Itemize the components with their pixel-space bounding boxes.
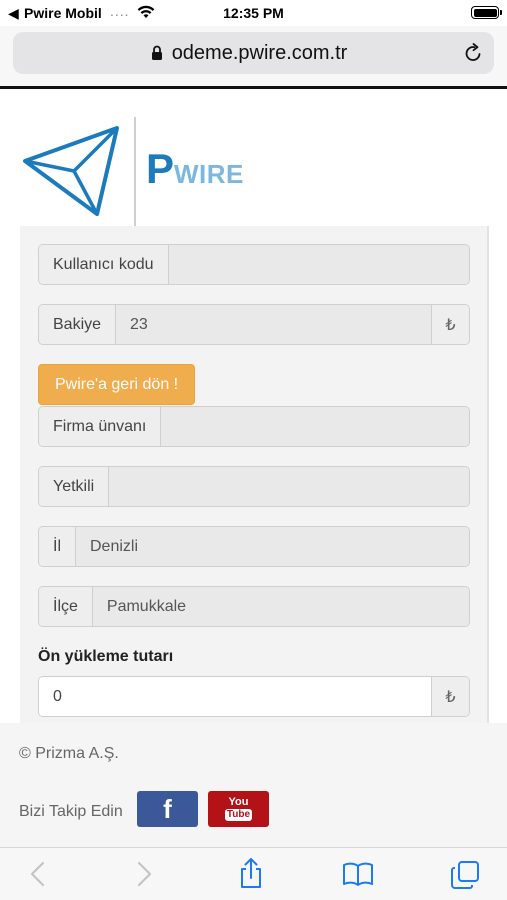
company-label: Firma ünvanı (39, 407, 162, 446)
company-group: Firma ünvanı (38, 406, 470, 447)
amount-input[interactable]: 0 (39, 677, 431, 716)
district-label: İlçe (39, 587, 93, 626)
pwire-logo[interactable]: PWIRE (146, 145, 244, 193)
reload-icon[interactable] (462, 42, 484, 69)
tabs-icon[interactable] (450, 860, 480, 895)
youtube-button[interactable]: You Tube (208, 791, 269, 827)
header-logo-area: PWIRE (0, 89, 507, 227)
clock: 12:35 PM (223, 5, 284, 21)
contact-group: Yetkili (38, 466, 470, 507)
bookmarks-icon[interactable] (342, 860, 374, 893)
back-to-pwire-button[interactable]: Pwire'a geri dön ! (38, 364, 196, 405)
amount-label: Ön yükleme tutarı (38, 648, 174, 665)
facebook-icon: f (163, 793, 172, 824)
district-input[interactable]: Pamukkale (92, 587, 469, 626)
browser-address-area: odeme.pwire.com.tr (0, 26, 507, 86)
balance-label: Bakiye (39, 305, 117, 344)
lira-currency-icon: ₺ (431, 677, 469, 716)
amount-group: 0 ₺ (38, 676, 470, 717)
contact-label: Yetkili (39, 467, 110, 506)
address-bar[interactable]: odeme.pwire.com.tr (13, 32, 494, 74)
city-group: İl Denizli (38, 526, 470, 567)
copyright-text: © Prizma A.Ş. (19, 745, 119, 762)
paper-plane-logo-icon[interactable] (22, 125, 122, 222)
district-group: İlçe Pamukkale (38, 586, 470, 627)
page-footer: © Prizma A.Ş. Bizi Takip Edin f You Tube (0, 723, 507, 847)
status-bar: ◀ Pwire Mobil .... 12:35 PM (0, 0, 507, 26)
company-input[interactable] (161, 407, 469, 446)
user-code-group: Kullanıcı kodu (38, 244, 470, 285)
city-input[interactable]: Denizli (76, 527, 469, 566)
lira-currency-icon: ₺ (431, 305, 469, 344)
back-arrow-icon[interactable] (28, 860, 48, 893)
browser-toolbar (0, 847, 507, 900)
payment-form: Kullanıcı kodu Bakiye 23 ₺ Pwire'a geri … (20, 226, 489, 723)
facebook-button[interactable]: f (137, 791, 198, 827)
balance-input: 23 (116, 305, 431, 344)
balance-group: Bakiye 23 ₺ (38, 304, 470, 345)
user-code-input[interactable] (168, 245, 469, 284)
url-text[interactable]: odeme.pwire.com.tr (13, 42, 494, 65)
battery-icon (471, 6, 502, 19)
city-label: İl (39, 527, 76, 566)
logo-divider (134, 117, 136, 227)
user-code-label: Kullanıcı kodu (39, 245, 169, 284)
forward-arrow-icon[interactable] (134, 860, 154, 893)
follow-us-text: Bizi Takip Edin (19, 803, 123, 820)
youtube-icon: You Tube (224, 796, 253, 821)
contact-input[interactable] (109, 467, 469, 506)
share-icon[interactable] (237, 857, 265, 894)
